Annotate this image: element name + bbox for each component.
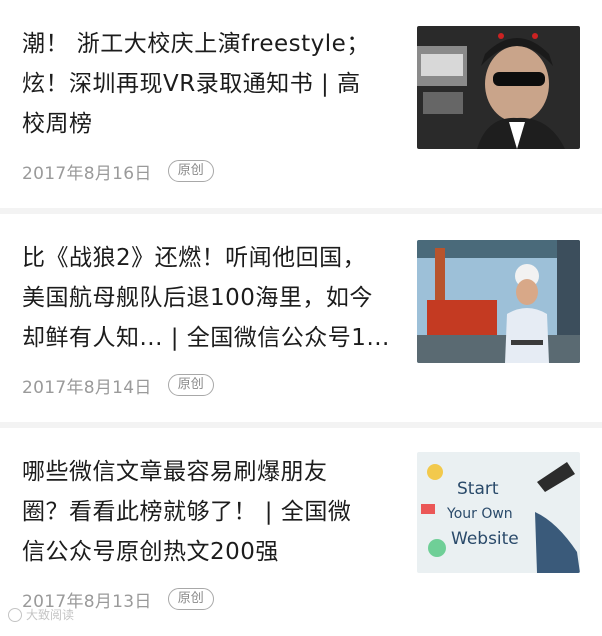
watermark-icon — [8, 607, 22, 622]
thumb-text: Your Own — [446, 506, 513, 522]
article-title[interactable]: 潮！ 浙工大校庆上演freestyle； 炫！深圳再现VR录取通知书 | 高 校… — [22, 24, 394, 144]
article-date: 2017年8月14日 — [22, 377, 152, 398]
article-date: 2017年8月16日 — [22, 163, 152, 184]
article-meta: 2017年8月14日 原创 — [22, 372, 214, 398]
article-item[interactable]: 比《战狼2》还燃！听闻他回国， 美国航母舰队后退100海里，如今 却鲜有人知..… — [0, 214, 602, 422]
thumb-text: Start — [457, 479, 499, 499]
article-thumbnail[interactable] — [417, 26, 580, 149]
original-badge: 原创 — [167, 160, 214, 182]
article-title[interactable]: 哪些微信文章最容易刷爆朋友 圈？看看此榜就够了！ | 全国微 信公众号原创热文2… — [22, 452, 394, 572]
thumb-text: Website — [451, 529, 519, 549]
article-title[interactable]: 比《战狼2》还燃！听闻他回国， 美国航母舰队后退100海里，如今 却鲜有人知..… — [22, 238, 394, 358]
original-badge: 原创 — [167, 374, 214, 396]
article-meta: 2017年8月16日 原创 — [22, 158, 214, 184]
article-item[interactable]: 哪些微信文章最容易刷爆朋友 圈？看看此榜就够了！ | 全国微 信公众号原创热文2… — [0, 428, 602, 636]
watermark: 大致阅读 — [8, 606, 74, 623]
watermark-text: 大致阅读 — [26, 608, 75, 622]
original-badge: 原创 — [167, 588, 214, 610]
article-item[interactable]: 潮！ 浙工大校庆上演freestyle； 炫！深圳再现VR录取通知书 | 高 校… — [0, 0, 602, 208]
article-thumbnail[interactable]: Start Your Own Website — [417, 452, 580, 573]
article-thumbnail[interactable] — [417, 240, 580, 363]
